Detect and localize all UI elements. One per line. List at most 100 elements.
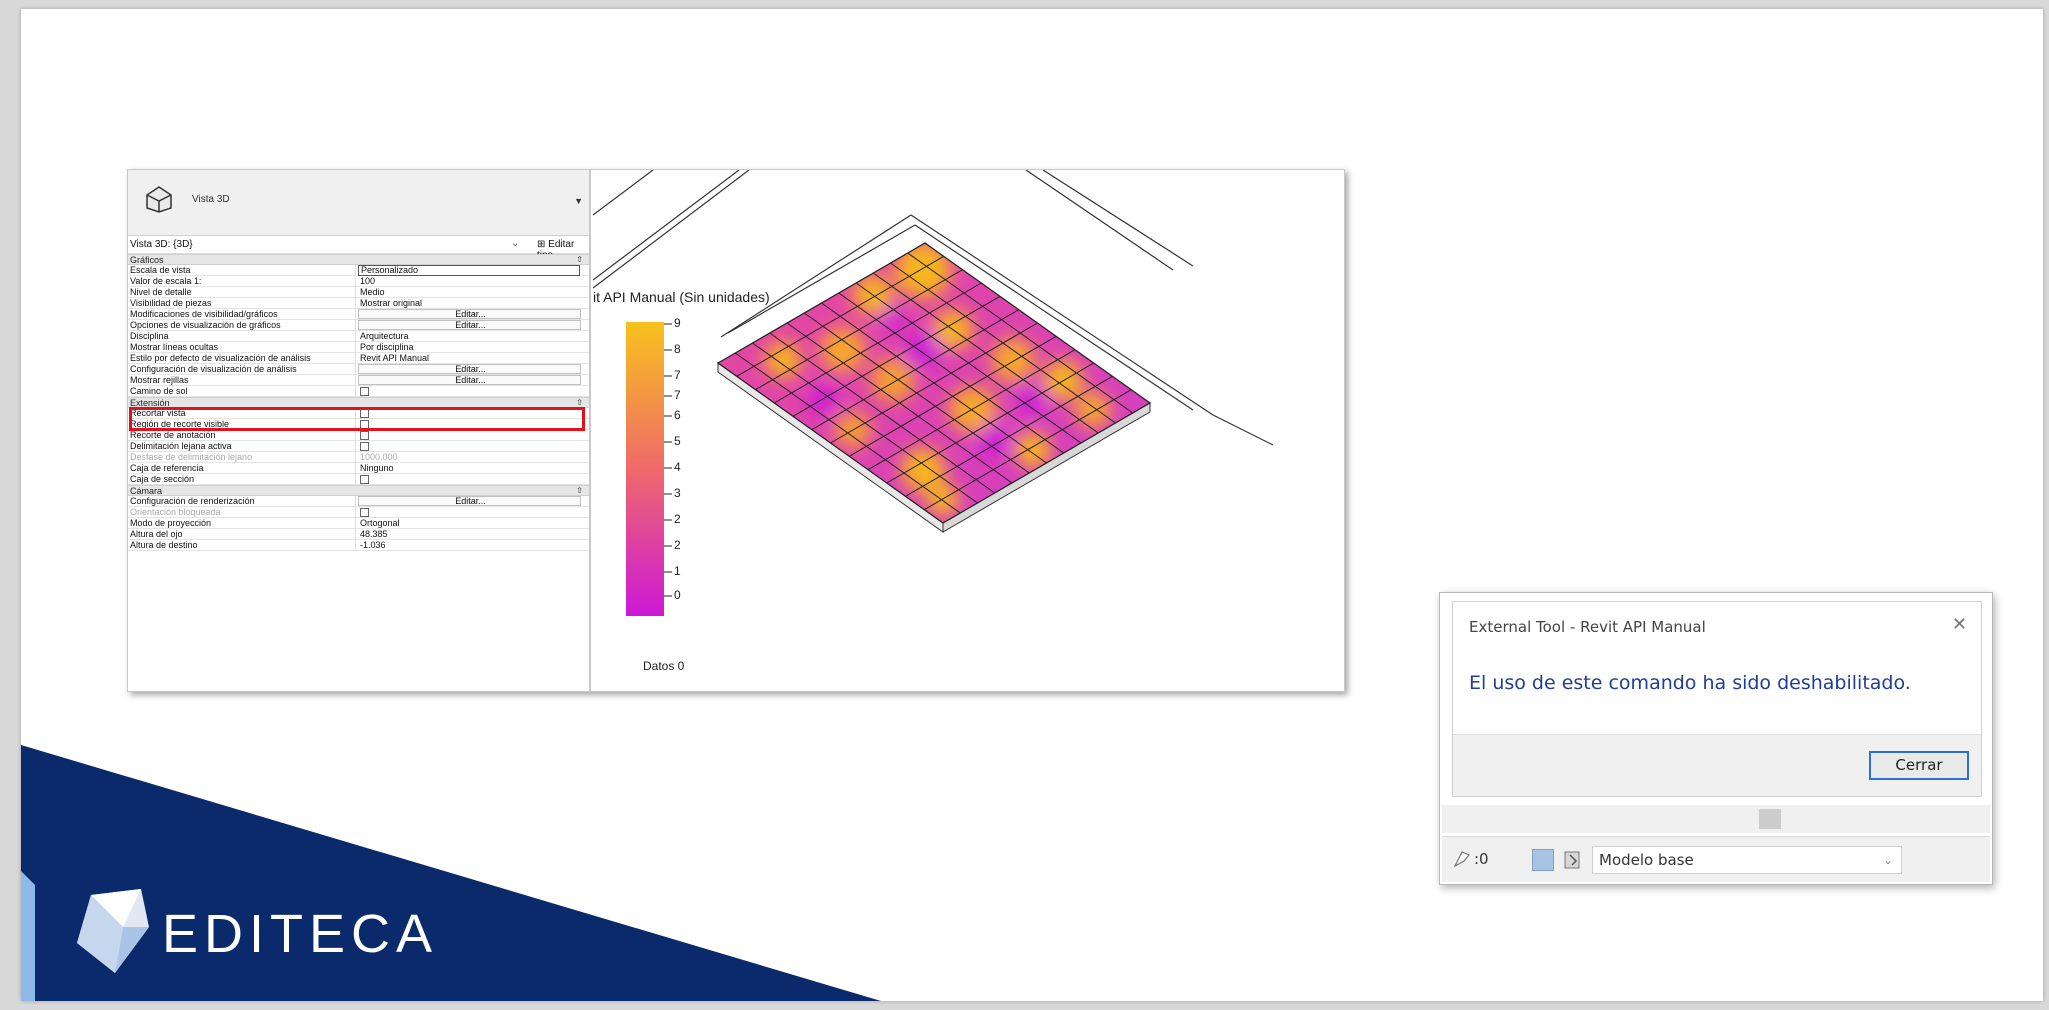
chevron-down-icon[interactable]: ⌄ [1883, 847, 1893, 873]
prop-row: Caja de sección [128, 474, 589, 485]
group-label: Gráficos [130, 255, 164, 265]
checkbox[interactable] [360, 387, 369, 396]
legend-tick: 2 [674, 538, 681, 552]
prop-key: Delimitación lejana activa [130, 441, 356, 452]
prop-value[interactable]: Ortogonal [358, 518, 589, 529]
design-option-select[interactable]: Modelo base ⌄ [1592, 846, 1902, 874]
checkbox[interactable] [360, 420, 369, 429]
horizontal-scrollbar[interactable] [1442, 805, 1990, 833]
close-icon[interactable]: ✕ [1952, 614, 1967, 635]
prop-key: Desfase de delimitación lejano [130, 452, 356, 463]
legend-tick: 5 [674, 434, 681, 448]
legend-tick: 7 [674, 368, 681, 382]
legend-tick: 2 [674, 512, 681, 526]
prop-value [358, 408, 589, 419]
design-options-icon[interactable] [1532, 849, 1554, 871]
prop-row: Recortar vista [128, 408, 589, 419]
prop-value[interactable]: Ninguno [358, 463, 589, 474]
collapse-icon[interactable]: ⇧ [576, 398, 583, 408]
prop-value-input[interactable]: Personalizado [358, 265, 580, 276]
prop-row: Opciones de visualización de gráficos Edi… [128, 320, 589, 331]
group-camara[interactable]: Cámara ⇧ [128, 485, 589, 496]
legend-title: it API Manual (Sin unidades) [593, 289, 770, 305]
prop-key: Modo de proyección [130, 518, 356, 529]
prop-value[interactable]: Medio [358, 287, 589, 298]
legend-tick: 4 [674, 460, 681, 474]
legend-tick: 3 [674, 486, 681, 500]
group-extension[interactable]: Extensión ⇧ [128, 397, 589, 408]
prop-key: Visibilidad de piezas [130, 298, 356, 309]
legend-tick: 7 [674, 388, 681, 402]
prop-value [358, 474, 589, 485]
collapse-icon[interactable]: ⇧ [576, 255, 583, 265]
group-graficos[interactable]: Gráficos ⇧ [128, 254, 589, 265]
3d-view-canvas[interactable]: it API Manual (Sin unidades) 9 8 7 7 6 5… [593, 170, 1344, 691]
prop-key: Modificaciones de visibilidad/gráficos [130, 309, 356, 320]
prop-key: Caja de sección [130, 474, 356, 485]
prop-value[interactable]: 48.385 [358, 529, 589, 540]
close-button[interactable]: Cerrar [1869, 751, 1969, 780]
slide: EDITECA Vista 3D ▼ Vista 3D: {3D} ⌄ ⊞ Ed… [21, 9, 2043, 1001]
prop-row: Desfase de delimitación lejano 1000.000 [128, 452, 589, 463]
dialog-title: External Tool - Revit API Manual [1469, 618, 1706, 636]
prop-value[interactable]: -1.036 [358, 540, 589, 551]
prop-key: Altura del ojo [130, 529, 356, 540]
prop-key: Opciones de visualización de gráficos [130, 320, 356, 331]
prop-key: Orientación bloqueada [130, 507, 356, 518]
analysis-surface-graphic [593, 170, 1274, 616]
prop-value[interactable]: 100 [358, 276, 589, 287]
prop-value[interactable]: Mostrar original [358, 298, 589, 309]
selection-count: :0 [1474, 850, 1489, 868]
prop-value [358, 430, 589, 441]
prop-row: Valor de escala 1: 100 [128, 276, 589, 287]
instance-label: Vista 3D: {3D} [130, 239, 193, 250]
external-tool-dialog: External Tool - Revit API Manual ✕ El us… [1439, 592, 1993, 885]
worksets-icon[interactable] [1452, 849, 1472, 869]
prop-key: Estilo por defecto de visualización de a… [130, 353, 356, 364]
prop-row: Camino de sol [128, 386, 589, 397]
checkbox[interactable] [360, 431, 369, 440]
checkbox[interactable] [360, 475, 369, 484]
prop-row: Mostrar líneas ocultas Por disciplina [128, 342, 589, 353]
chevron-down-icon[interactable]: ⌄ [511, 238, 519, 249]
prop-row: Configuración de visualización de anális… [128, 364, 589, 375]
edit-button[interactable]: Editar... [358, 320, 581, 330]
prop-key: Nivel de detalle [130, 287, 356, 298]
select-value: Modelo base [1599, 851, 1694, 869]
prop-key: Escala de vista [130, 265, 356, 276]
collapse-icon[interactable]: ⇧ [576, 486, 583, 496]
chevron-down-icon[interactable]: ▼ [574, 196, 583, 206]
prop-row: Mostrar rejillas Editar... [128, 375, 589, 386]
type-selector[interactable]: Vista 3D ▼ [128, 170, 589, 236]
checkbox[interactable] [360, 442, 369, 451]
edit-button[interactable]: Editar... [358, 364, 581, 374]
3d-view-icon [146, 186, 172, 213]
edit-button[interactable]: Editar... [358, 375, 581, 385]
prop-row: Disciplina Arquitectura [128, 331, 589, 342]
group-label: Extensión [130, 398, 170, 408]
legend-tick: 1 [674, 564, 681, 578]
scrollbar-thumb[interactable] [1759, 809, 1781, 829]
prop-value[interactable]: Por disciplina [358, 342, 589, 353]
dialog-window: External Tool - Revit API Manual ✕ El us… [1452, 601, 1982, 797]
edit-button[interactable]: Editar... [358, 496, 581, 506]
prop-row: Delimitación lejana activa [128, 441, 589, 452]
prop-value [358, 507, 589, 518]
prop-row: Modo de proyección Ortogonal [128, 518, 589, 529]
prop-row: Modificaciones de visibilidad/gráficos Ed… [128, 309, 589, 320]
prop-row: Región de recorte visible [128, 419, 589, 430]
editable-only-icon[interactable] [1562, 849, 1584, 871]
properties-palette: Vista 3D ▼ Vista 3D: {3D} ⌄ ⊞ Editar tip… [128, 170, 591, 691]
group-label: Cámara [130, 486, 163, 496]
checkbox[interactable] [360, 409, 369, 418]
prop-value[interactable]: Arquitectura [358, 331, 589, 342]
prop-key: Mostrar líneas ocultas [130, 342, 356, 353]
prop-value[interactable]: Revit API Manual [358, 353, 589, 364]
edit-button[interactable]: Editar... [358, 309, 581, 319]
legend-color-bar [626, 322, 664, 616]
prop-row-analysis-style: Estilo por defecto de visualización de a… [128, 353, 589, 364]
instance-selector[interactable]: Vista 3D: {3D} ⌄ ⊞ Editar tipo [128, 236, 589, 261]
prop-row: Caja de referencia Ninguno [128, 463, 589, 474]
prop-key: Configuración de visualización de anális… [130, 364, 356, 375]
revit-screenshot: Vista 3D ▼ Vista 3D: {3D} ⌄ ⊞ Editar tip… [127, 169, 1345, 692]
